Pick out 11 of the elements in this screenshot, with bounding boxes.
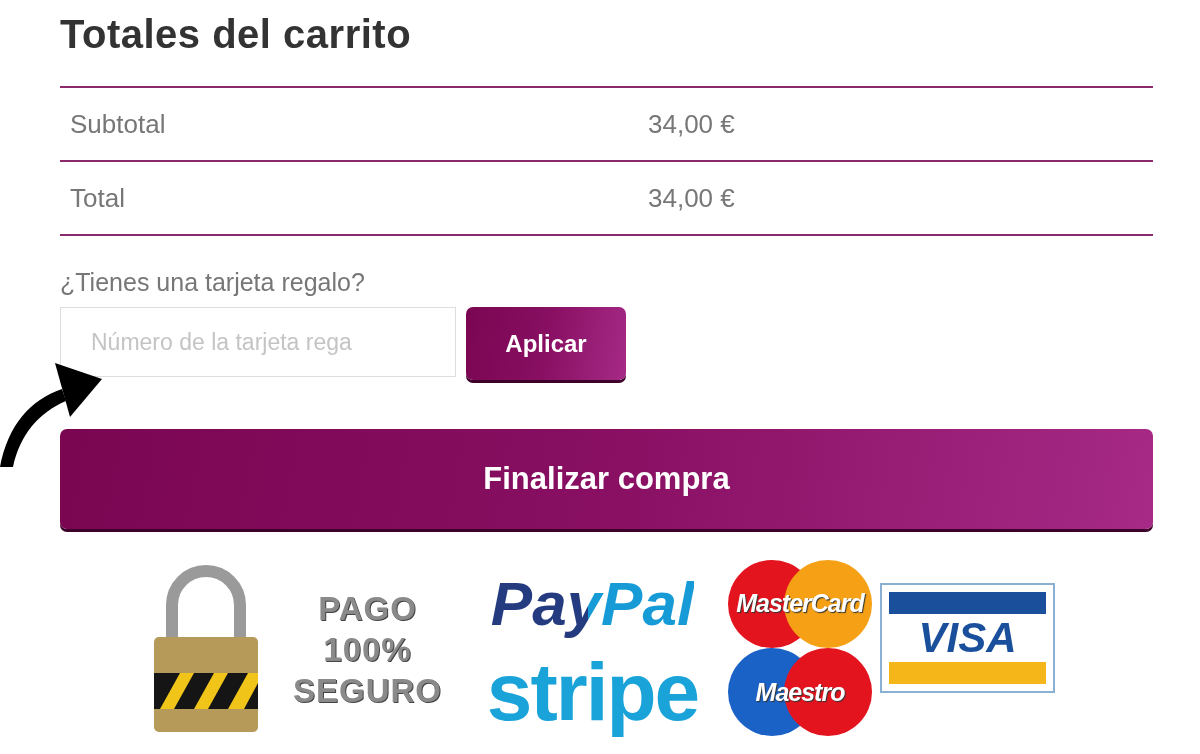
- secure-payment-text: PAGO 100% SEGURO: [292, 588, 443, 712]
- total-value: 34,00 €: [648, 182, 736, 214]
- apply-button[interactable]: Aplicar: [466, 307, 626, 380]
- total-value: 34,00 €: [648, 108, 736, 140]
- total-label: Subtotal: [70, 108, 167, 140]
- total-label: Total: [70, 182, 126, 214]
- gift-card-label: ¿Tienes una tarjeta regalo?: [60, 268, 366, 297]
- checkout-button[interactable]: Finalizar compra: [60, 429, 1153, 529]
- gift-card-field[interactable]: Número de la tarjeta rega: [60, 307, 456, 377]
- cart-totals-title: Totales del carrito: [60, 11, 413, 58]
- visa-logo: VISA: [880, 583, 1055, 693]
